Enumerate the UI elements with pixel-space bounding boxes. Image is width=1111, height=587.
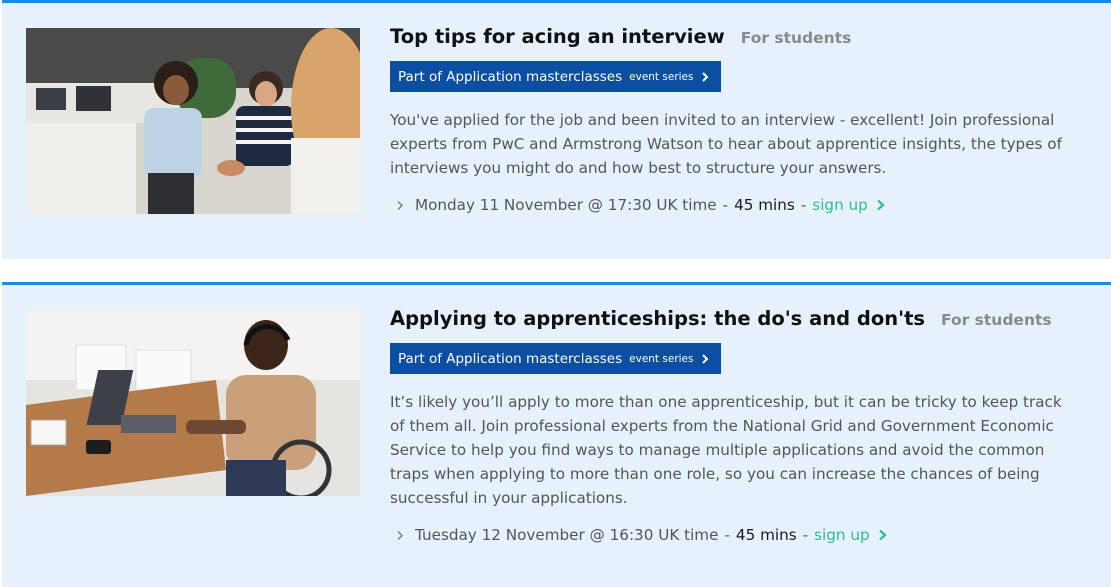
event-duration: 45 mins xyxy=(735,526,797,544)
sign-up-link[interactable]: sign up xyxy=(812,196,885,214)
event-duration: 45 mins xyxy=(734,196,795,214)
event-title[interactable]: Applying to apprenticeships: the do's an… xyxy=(390,307,925,330)
event-content: Top tips for acing an interview For stud… xyxy=(390,25,1091,214)
sign-up-label: sign up xyxy=(814,526,870,544)
meta-separator: - xyxy=(802,526,809,544)
series-suffix: event series xyxy=(629,352,694,365)
audience-label: For students xyxy=(941,311,1052,329)
audience-label: For students xyxy=(740,29,852,47)
chevron-right-icon xyxy=(878,529,887,541)
meta-separator: - xyxy=(724,526,730,544)
event-datetime: Tuesday 12 November @ 16:30 UK time xyxy=(415,526,719,544)
sign-up-link[interactable]: sign up xyxy=(814,526,887,544)
meta-separator: - xyxy=(800,196,807,214)
series-name: Part of Application masterclasses xyxy=(398,350,623,367)
event-series-button[interactable]: Part of Application masterclasses event … xyxy=(390,343,722,374)
event-title-row: Applying to apprenticeships: the do's an… xyxy=(390,307,1091,330)
event-content: Applying to apprenticeships: the do's an… xyxy=(390,307,1091,544)
series-suffix: event series xyxy=(629,70,694,83)
event-description: You've applied for the job and been invi… xyxy=(390,111,1062,177)
event-series-button[interactable]: Part of Application masterclasses event … xyxy=(390,61,722,92)
event-meta: Tuesday 12 November @ 16:30 UK time - 45… xyxy=(390,526,1091,544)
sign-up-label: sign up xyxy=(812,196,868,214)
chevron-right-icon xyxy=(397,530,403,540)
event-card: Applying to apprenticeships: the do's an… xyxy=(2,282,1111,587)
event-meta: Monday 11 November @ 17:30 UK time - 45 … xyxy=(390,196,1091,214)
chevron-right-icon xyxy=(877,199,885,211)
chevron-right-icon xyxy=(702,71,709,82)
chevron-right-icon xyxy=(702,353,709,364)
series-name: Part of Application masterclasses xyxy=(398,68,623,85)
meta-separator: - xyxy=(722,196,729,214)
event-title[interactable]: Top tips for acing an interview xyxy=(390,25,725,48)
chevron-right-icon xyxy=(397,200,403,210)
event-card: Top tips for acing an interview For stud… xyxy=(2,0,1111,259)
event-image-laptop[interactable] xyxy=(26,310,360,496)
event-description: It’s likely you’ll apply to more than on… xyxy=(390,393,1062,507)
event-image-handshake[interactable] xyxy=(26,28,360,214)
event-title-row: Top tips for acing an interview For stud… xyxy=(390,25,1091,48)
event-datetime: Monday 11 November @ 17:30 UK time xyxy=(415,196,717,214)
